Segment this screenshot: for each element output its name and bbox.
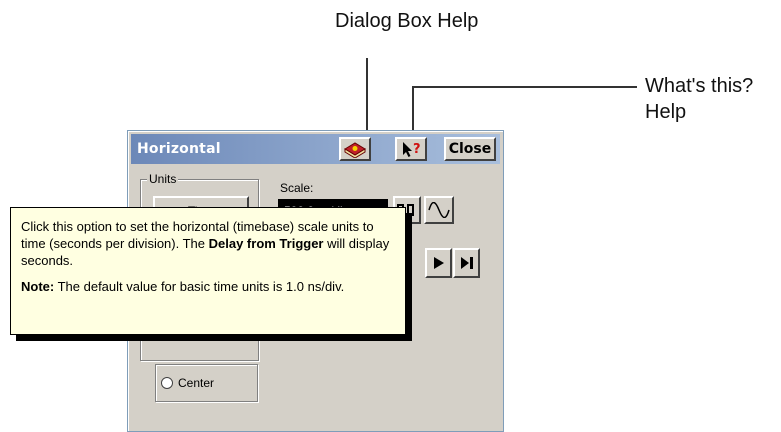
center-label: Center (178, 376, 215, 390)
reference-group: Center (155, 364, 258, 402)
center-radio-row[interactable]: Center (161, 376, 214, 390)
play-button[interactable] (425, 248, 452, 278)
dialog-title: Horizontal (137, 141, 221, 157)
tooltip-paragraph-note: Note: The default value for basic time u… (21, 278, 395, 295)
callout-whats-this-line1: What's this? (645, 75, 754, 97)
units-group-label: Units (147, 172, 179, 186)
tooltip-paragraph-1: Click this option to set the horizontal … (21, 218, 395, 269)
tooltip-bold-delay-from-trigger: Delay from Trigger (208, 236, 324, 251)
dialog-titlebar: Horizontal ? Close (131, 134, 500, 164)
tooltip-note-label: Note: (21, 279, 55, 294)
skip-end-button[interactable] (453, 248, 480, 278)
callout-line-whats-this-horizontal (412, 86, 637, 88)
sine-wave-icon (428, 202, 450, 218)
svg-text:?: ? (413, 142, 421, 157)
scale-label: Scale: (280, 181, 314, 195)
skip-end-icon (460, 257, 473, 269)
dialog-help-button[interactable] (339, 137, 371, 161)
callout-dialog-box-help: Dialog Box Help (335, 10, 479, 32)
play-icon (433, 257, 444, 269)
help-book-icon (344, 142, 366, 158)
close-button[interactable]: Close (444, 137, 496, 161)
sine-wave-button[interactable] (424, 196, 454, 224)
whats-this-button[interactable]: ? (395, 137, 427, 161)
center-radio[interactable] (161, 377, 173, 389)
tooltip-note-text: The default value for basic time units i… (54, 279, 345, 294)
whats-this-icon: ? (403, 142, 421, 157)
callout-whats-this: What's this? Help (645, 73, 753, 125)
callout-line-dialog-help (366, 58, 368, 136)
whats-this-tooltip: Click this option to set the horizontal … (10, 207, 406, 335)
callout-line-whats-this-vertical (412, 86, 414, 136)
callout-whats-this-line2: Help (645, 101, 687, 123)
